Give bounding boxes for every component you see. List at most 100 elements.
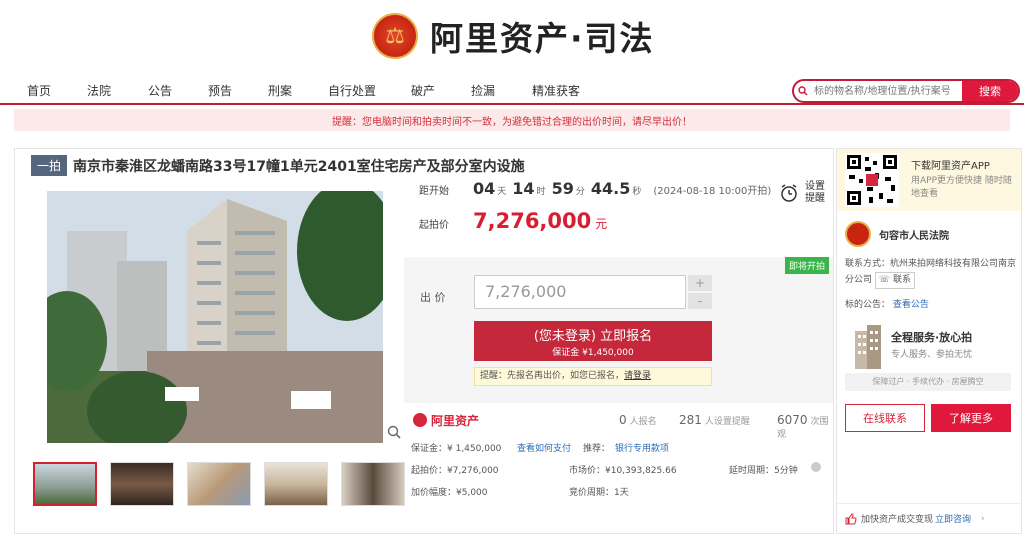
brand-logo[interactable]: ⚖ 阿里资产·司法 — [372, 12, 655, 60]
app-desc: 用APP更方便快捷 随时随地查看 — [911, 176, 1012, 199]
payment-howto-link[interactable]: 查看如何支付 — [517, 441, 571, 454]
stats-row: 阿里资产 0 人报名 281 人设置提醒 6070 次围观 — [413, 405, 833, 440]
court-name: 句容市人民法院 — [879, 230, 949, 242]
countdown-days-unit: 天 — [497, 187, 507, 197]
online-contact-button[interactable]: 在线联系 — [845, 404, 925, 432]
service-subtitle: 专人服务、参拍无忧 — [891, 350, 973, 360]
start-price-label: 起拍价 — [419, 220, 449, 231]
auction-start-time: (2024-08-18 10:00开拍) — [653, 186, 772, 197]
applicants-count: 0 — [619, 413, 627, 427]
nav-item-preview[interactable]: 预告 — [208, 82, 232, 99]
consult-footer[interactable]: 加快资产成交变现 立即咨询 › — [837, 503, 1021, 533]
chevron-right-icon: › — [981, 513, 985, 524]
bid-input[interactable]: 7,276,000 — [474, 275, 686, 309]
thumbs-up-icon — [845, 512, 857, 524]
main-photo[interactable] — [47, 191, 383, 443]
main-nav: 首页 法院 公告 预告 刑案 自行处置 破产 捡漏 精准获客 搜索 — [0, 76, 1024, 105]
status-badge: 即将开拍 — [784, 257, 829, 274]
start-price-row: 起拍价 7,276,000 元 — [419, 209, 771, 237]
nav-item-announcement[interactable]: 公告 — [148, 82, 172, 99]
listing-title: 南京市秦淮区龙蟠南路33号17幢1单元2401室住宅房产及部分室内设施 — [73, 158, 525, 175]
info-icon[interactable] — [811, 462, 821, 472]
thumbnail[interactable] — [264, 462, 328, 506]
countdown-seconds: 44.5 — [590, 179, 631, 198]
time-warning-banner: 提醒：您电脑时间和拍卖时间不一致，为避免错过合理的出价时间，请尽早出价！ — [14, 109, 1010, 131]
zoom-icon[interactable] — [387, 425, 401, 439]
nav-item-court[interactable]: 法院 — [87, 82, 111, 99]
start-price-value: 7,276,000 — [473, 209, 592, 233]
nav-item-precise-customers[interactable]: 精准获客 — [532, 82, 580, 99]
apply-deposit: 保证金 ¥1,450,000 — [552, 348, 634, 358]
search-button[interactable]: 搜索 — [962, 81, 1018, 101]
thumbnail[interactable] — [187, 462, 251, 506]
building-icon — [855, 325, 881, 369]
set-reminder-button[interactable]: 设置 提醒 — [779, 181, 825, 205]
thumbnail[interactable] — [110, 462, 174, 506]
reminders-count: 281 — [679, 413, 702, 427]
service-tags: 保障过户 · 手续代办 · 房屋腾空 — [845, 373, 1011, 391]
deposit-info: 保证金：¥ 1,450,000 — [411, 444, 502, 454]
countdown-row: 距开始 04 天 14 时 59 分 44.5 秒 (2024-08-18 10:00开… — [419, 179, 771, 207]
thumbnail[interactable] — [341, 462, 405, 506]
recommend-label: 推荐： — [583, 444, 611, 454]
listing-panel: 一拍 南京市秦淮区龙蟠南路33号17幢1单元2401室住宅房产及部分室内设施 距… — [14, 148, 834, 534]
contact-label: 联系方式： — [845, 259, 891, 269]
sidebar: 下载阿里资产APP 用APP更方便快捷 随时随地查看 句容市人民法院 联系方式：… — [836, 148, 1022, 534]
search-bar: 搜索 — [792, 79, 1020, 103]
search-input[interactable] — [812, 81, 962, 101]
service-title: 全程服务·放心拍 — [891, 331, 973, 344]
learn-more-button[interactable]: 了解更多 — [931, 404, 1011, 432]
auction-period: 竞价周期：1天 — [569, 488, 629, 498]
applicants-stat: 0 人报名 — [619, 413, 657, 427]
market-price: 市场价：¥10,393,825.66 — [569, 466, 677, 476]
platform-name: 阿里资产 — [431, 413, 480, 428]
view-announcement-link[interactable]: 查看公告 — [893, 300, 929, 310]
detail-start-price: 起拍价：¥7,276,000 — [411, 466, 499, 476]
court-info[interactable]: 句容市人民法院 — [845, 221, 949, 247]
app-download-box[interactable]: 下载阿里资产APP 用APP更方便快捷 随时随地查看 — [837, 149, 1021, 211]
countdown-hours-unit: 时 — [536, 187, 546, 197]
stepper-up-button[interactable]: + — [688, 275, 712, 291]
countdown-hours: 14 — [512, 179, 535, 198]
apply-button[interactable]: (您未登录) 立即报名 保证金 ¥1,450,000 — [474, 321, 712, 361]
thumbnail[interactable] — [33, 462, 97, 506]
login-link[interactable]: 请登录 — [624, 371, 651, 381]
app-title: 下载阿里资产APP — [911, 161, 990, 172]
login-tip: 提醒：先报名再出价，如您已报名，请登录 — [474, 367, 712, 386]
stepper-down-button[interactable]: - — [688, 293, 712, 309]
apply-button-label: (您未登录) 立即报名 — [533, 329, 653, 344]
views-count: 6070 — [777, 413, 808, 427]
reminders-label: 人设置提醒 — [704, 417, 750, 427]
views-stat: 6070 次围观 — [777, 413, 833, 440]
countdown-minutes-unit: 分 — [575, 187, 585, 197]
contact-button[interactable]: ☏ 联系 — [874, 272, 916, 289]
nav-item-bankruptcy[interactable]: 破产 — [411, 82, 435, 99]
bid-increment: 加价幅度：¥5,000 — [411, 488, 488, 498]
court-emblem-icon: ⚖ — [372, 13, 418, 59]
site-header: ⚖ 阿里资产·司法 — [0, 0, 1024, 76]
listing-title-row: 一拍 南京市秦淮区龙蟠南路33号17幢1单元2401室住宅房产及部分室内设施 — [31, 155, 525, 176]
countdown-minutes: 59 — [551, 179, 574, 198]
alarm-clock-icon — [781, 184, 797, 202]
login-tip-text: 提醒：先报名再出价，如您已报名， — [480, 371, 625, 381]
consult-text: 加快资产成交变现 — [861, 515, 934, 525]
court-emblem-icon — [845, 221, 871, 247]
countdown-seconds-unit: 秒 — [632, 187, 642, 197]
platform-logo: 阿里资产 — [413, 412, 479, 429]
bank-account-link[interactable]: 银行专用款项 — [615, 441, 669, 454]
qr-code-icon — [845, 153, 899, 207]
auction-info: 距开始 04 天 14 时 59 分 44.5 秒 (2024-08-18 10:00开… — [419, 179, 771, 237]
consult-link[interactable]: 立即咨询 — [935, 512, 971, 525]
bid-label: 出 价 — [420, 291, 446, 304]
countdown-days: 04 — [473, 179, 496, 198]
reminder-label: 设置 提醒 — [805, 181, 825, 204]
countdown-label: 距开始 — [419, 186, 449, 197]
bid-panel: 即将开拍 出 价 7,276,000 + - (您未登录) 立即报名 保证金 ¥… — [404, 257, 833, 403]
nav-item-self-disposal[interactable]: 自行处置 — [328, 82, 376, 99]
nav-item-bargain[interactable]: 捡漏 — [471, 82, 495, 99]
auction-round-tag: 一拍 — [31, 155, 68, 176]
service-card: 全程服务·放心拍 专人服务、参拍无忧 — [845, 325, 1015, 371]
nav-item-criminal[interactable]: 刑案 — [268, 82, 292, 99]
nav-item-home[interactable]: 首页 — [27, 82, 51, 99]
delay-period: 延时周期：5分钟 — [729, 466, 798, 476]
